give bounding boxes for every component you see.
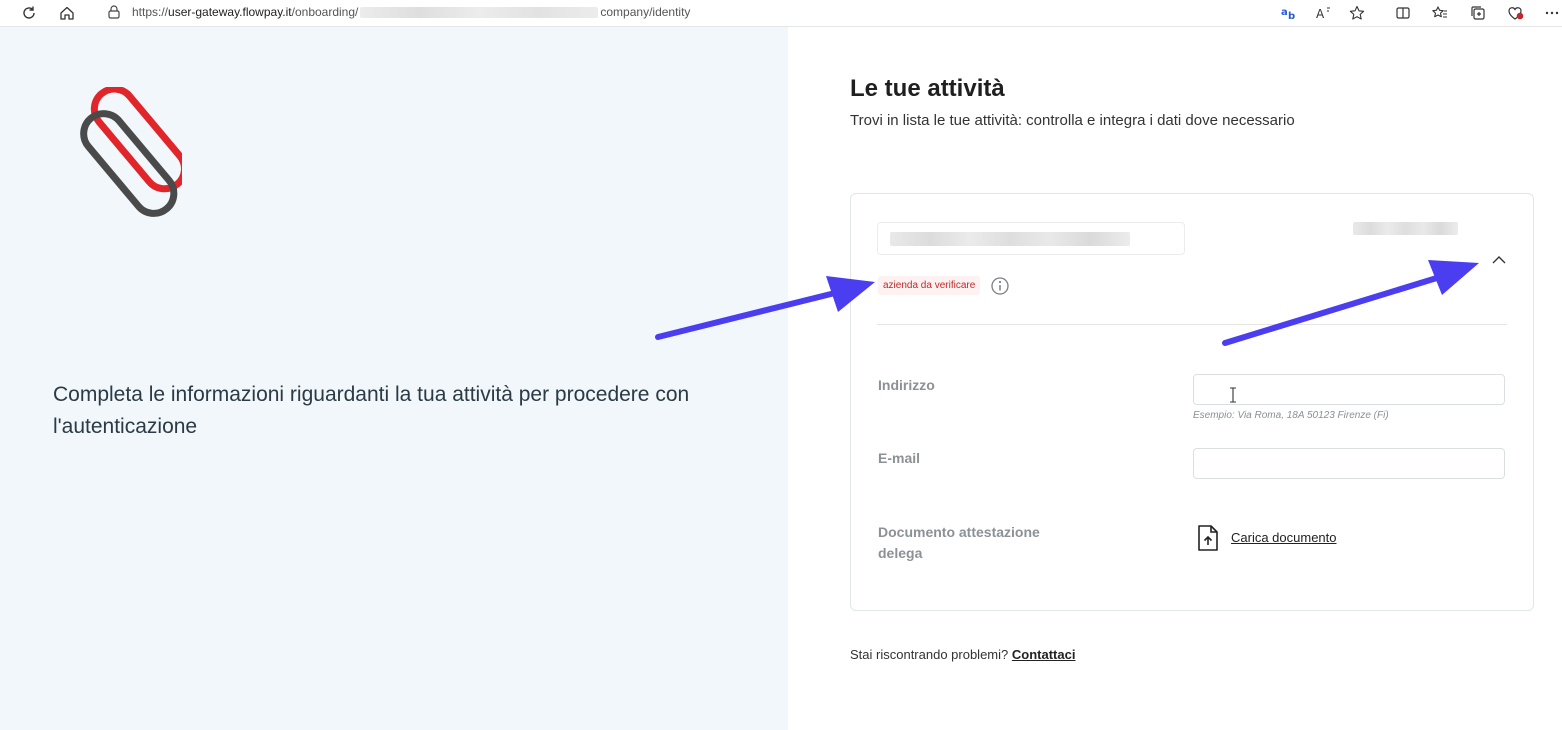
upload-document-icon[interactable]: [1196, 524, 1220, 552]
collections-icon[interactable]: [1468, 3, 1488, 23]
reload-icon[interactable]: [19, 3, 39, 23]
text-cursor-icon: [1230, 387, 1236, 403]
chevron-up-icon[interactable]: [1491, 252, 1507, 268]
footer-help: Stai riscontrando problemi? Contattaci: [850, 647, 1075, 662]
url-text: https://user-gateway.flowpay.it/onboardi…: [132, 5, 690, 19]
address-hint: Esempio: Via Roma, 18A 50123 Firenze (Fi…: [1193, 410, 1389, 421]
translate-icon[interactable]: ab: [1280, 3, 1300, 23]
left-message: Completa le informazioni riguardanti la …: [53, 383, 690, 438]
favorites-icon[interactable]: [1430, 3, 1450, 23]
company-id-redacted: [1353, 222, 1458, 235]
more-icon[interactable]: [1542, 3, 1562, 23]
svg-text:A: A: [1316, 7, 1325, 21]
lock-icon[interactable]: [106, 4, 122, 20]
address-label: Indirizzo: [878, 377, 935, 393]
footer-question: Stai riscontrando problemi?: [850, 647, 1009, 662]
document-label: Documento attestazione delega: [878, 522, 1040, 564]
status-badge: azienda da verificare: [878, 276, 981, 295]
address-input[interactable]: [1193, 374, 1505, 405]
page-title: Le tue attività: [850, 75, 1005, 102]
url-path-end: company/identity: [600, 5, 691, 19]
document-label-line1: Documento attestazione: [878, 524, 1040, 540]
browser-toolbar: https://user-gateway.flowpay.it/onboardi…: [0, 0, 1562, 27]
svg-text:b: b: [1288, 11, 1295, 21]
left-panel: Completa le informazioni riguardanti la …: [0, 27, 788, 730]
email-label: E-mail: [878, 450, 921, 466]
read-aloud-icon[interactable]: A: [1314, 3, 1334, 23]
email-input[interactable]: [1193, 448, 1505, 479]
page-subtitle: Trovi in lista le tue attività: controll…: [850, 112, 1295, 129]
company-name-redacted: [890, 232, 1130, 246]
right-panel: Le tue attività Trovi in lista le tue at…: [788, 27, 1562, 730]
upload-document-link[interactable]: Carica documento: [1231, 530, 1337, 545]
info-icon[interactable]: [990, 276, 1010, 296]
home-icon[interactable]: [57, 3, 77, 23]
svg-text:a: a: [1281, 7, 1288, 18]
card-divider: [877, 324, 1507, 325]
heart-badge-icon[interactable]: [1506, 3, 1526, 23]
company-card: azienda da verificare Indirizzo Esempio:…: [850, 193, 1534, 611]
address-bar[interactable]: https://user-gateway.flowpay.it/onboardi…: [92, 1, 1272, 24]
flowpay-logo: [80, 87, 182, 217]
url-path-start: /onboarding/: [291, 5, 359, 19]
url-host: user-gateway.flowpay.it: [168, 5, 292, 19]
company-name-box: [877, 222, 1185, 255]
contact-link[interactable]: Contattaci: [1012, 647, 1076, 662]
split-screen-icon[interactable]: [1393, 3, 1413, 23]
document-label-line2: delega: [878, 545, 923, 561]
url-scheme: https://: [132, 5, 169, 19]
url-redacted: [360, 7, 599, 19]
star-icon[interactable]: [1347, 3, 1367, 23]
